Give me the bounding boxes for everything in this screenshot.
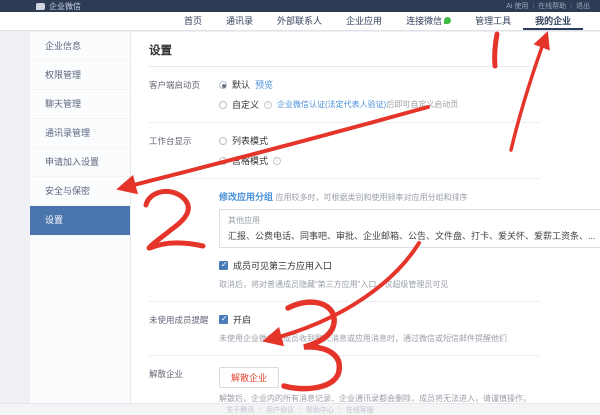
nav-home[interactable]: 首页 (172, 12, 214, 30)
topbar-links: Ai 使用 在线帮助 退出 (506, 1, 590, 11)
sidebar: 企业信息 权限管理 聊天管理 通讯录管理 申请加入设置 安全与保密 设置 (30, 32, 131, 403)
radio-list-label: 列表模式 (232, 134, 268, 147)
radio-custom-startup[interactable] (219, 101, 227, 109)
other-apps-list: 汇报、公费电话、同事吧、审批、企业邮箱、公告、文件盘、打卡、爱关怀、爱薪工资条、… (228, 229, 596, 242)
radio-custom-label: 自定义 (232, 98, 259, 111)
nav-external-contacts[interactable]: 外部联系人 (265, 12, 334, 30)
sidebar-item-contacts-management[interactable]: 通讯录管理 (30, 119, 130, 148)
edit-app-group-desc: 应用较多时，可根据类别和使用频率对应用分组和排序 (276, 193, 468, 202)
sidebar-item-join-settings[interactable]: 申请加入设置 (30, 148, 130, 177)
page-title: 设置 (149, 42, 540, 67)
sidebar-item-permissions[interactable]: 权限管理 (30, 61, 130, 90)
checkbox-reminder-label: 开启 (233, 313, 251, 326)
footer-agreement-link[interactable]: 用户协议 (259, 405, 294, 415)
edit-app-group-link[interactable]: 修改应用分组 (219, 192, 273, 202)
brand: 企业微信 (36, 1, 81, 12)
settings-panel: 设置 客户端启动页 默认 预览 自定义 企业微信认证(法定代表人验证)后即可自定… (131, 32, 600, 403)
dissolve-label: 解散企业 (149, 367, 219, 403)
radio-default-label: 默认 (232, 78, 250, 91)
sidebar-item-chat-management[interactable]: 聊天管理 (30, 90, 130, 119)
info-icon (264, 101, 272, 109)
checkbox-third-party-visible[interactable] (219, 261, 228, 270)
radio-grid-mode[interactable] (219, 157, 227, 165)
sidebar-item-security[interactable]: 安全与保密 (30, 177, 130, 206)
nav-contacts[interactable]: 通讯录 (214, 12, 265, 30)
checkbox-third-party-label: 成员可见第三方应用入口 (233, 259, 332, 272)
unused-reminder-desc: 未使用企业微信的成员收到聊天消息或应用消息时，通过微信或短信邮件提醒他们 (219, 333, 540, 344)
wechat-green-icon (444, 17, 451, 24)
section-app-group: 修改应用分组 应用较多时，可根据类别和使用频率对应用分组和排序 其他应用 汇报、… (149, 179, 540, 302)
verification-note: 后即可自定义启动页 (386, 100, 458, 109)
section-workbench: 工作台显示 列表模式 宫格模式 (149, 123, 540, 179)
footer: 关于腾讯 用户协议 帮助中心 在线客服 (0, 403, 600, 415)
topbar: 企业微信 Ai 使用 在线帮助 退出 (0, 0, 600, 12)
info-icon (273, 157, 281, 165)
footer-support-link[interactable]: 在线客服 (339, 405, 374, 415)
dissolve-enterprise-button[interactable]: 解散企业 (219, 367, 279, 388)
section-dissolve: 解散企业 解散企业 解散后，企业内的所有消息记录、企业通讯录都会删除，成员将无法… (149, 356, 540, 403)
section-unused-reminder: 未使用成员提醒 开启 未使用企业微信的成员收到聊天消息或应用消息时，通过微信或短… (149, 302, 540, 356)
verification-link[interactable]: 企业微信认证(法定代表人验证) (277, 100, 386, 109)
third-party-desc: 取消后，将对普通成员隐藏“第三方应用”入口，仅超级管理员可见 (219, 279, 600, 290)
wechat-work-logo-icon (36, 3, 45, 10)
sidebar-item-enterprise-info[interactable]: 企业信息 (30, 32, 130, 61)
section-client-startup: 客户端启动页 默认 预览 自定义 企业微信认证(法定代表人验证)后即可自定义启动… (149, 67, 540, 123)
workbench-label: 工作台显示 (149, 134, 219, 167)
topbar-help-link[interactable]: 在线帮助 (532, 1, 566, 11)
sidebar-item-settings[interactable]: 设置 (30, 206, 130, 235)
checkbox-reminder-enabled[interactable] (219, 315, 228, 324)
nav-enterprise-apps[interactable]: 企业应用 (334, 12, 394, 30)
app-title: 企业微信 (49, 1, 81, 12)
nav-my-enterprise[interactable]: 我的企业 (523, 12, 583, 30)
unused-reminder-label: 未使用成员提醒 (149, 313, 219, 344)
radio-list-mode[interactable] (219, 137, 227, 145)
enterprise-wechat-admin: 企业微信 Ai 使用 在线帮助 退出 首页 通讯录 外部联系人 企业应用 连接微… (0, 0, 600, 415)
client-startup-label: 客户端启动页 (149, 78, 219, 111)
footer-about-link[interactable]: 关于腾讯 (226, 405, 254, 415)
main-nav: 首页 通讯录 外部联系人 企业应用 连接微信 管理工具 我的企业 (0, 12, 600, 31)
other-apps-title: 其他应用 (228, 215, 596, 226)
dissolve-desc: 解散后，企业内的所有消息记录、企业通讯录都会删除，成员将无法进入，请谨慎操作。 (219, 393, 540, 403)
topbar-account-link[interactable]: Ai 使用 (506, 1, 528, 11)
preview-link[interactable]: 预览 (255, 78, 273, 91)
footer-help-link[interactable]: 帮助中心 (299, 405, 334, 415)
nav-connect-wechat[interactable]: 连接微信 (394, 12, 463, 30)
topbar-logout-link[interactable]: 退出 (570, 1, 590, 11)
radio-grid-label: 宫格模式 (232, 154, 268, 167)
radio-default-startup[interactable] (219, 81, 227, 89)
nav-admin-tools[interactable]: 管理工具 (463, 12, 523, 30)
other-apps-box: 其他应用 汇报、公费电话、同事吧、审批、企业邮箱、公告、文件盘、打卡、爱关怀、爱… (219, 209, 600, 248)
